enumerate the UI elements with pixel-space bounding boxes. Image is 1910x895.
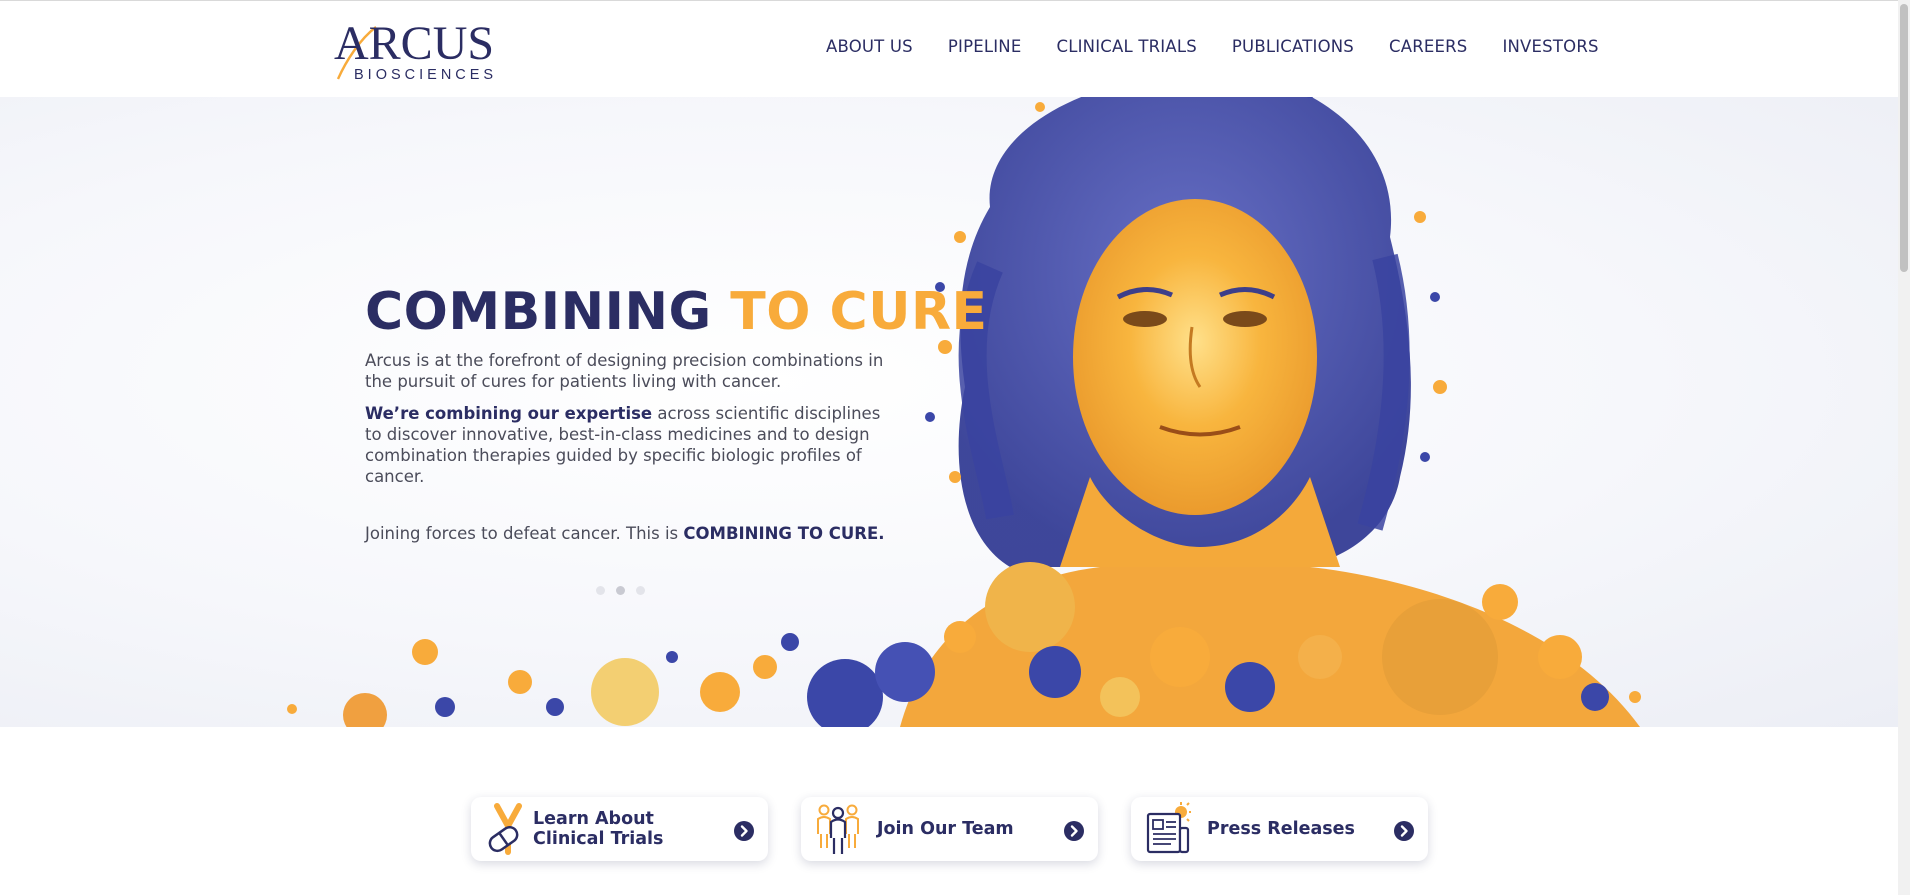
scrollbar-thumb[interactable] [1900,4,1908,272]
hero-banner: COMBINING TO CURE Arcus is at the forefr… [0,97,1898,727]
headline-to-cure: TO CURE [730,282,988,342]
chevron-right-icon [734,821,754,841]
hero-portrait-illustration [287,97,1641,727]
chevron-right-icon [1394,821,1414,841]
press-releases-icon [1146,802,1191,854]
card-join-our-team[interactable]: Join Our Team [801,797,1098,861]
chevron-right-icon [1064,821,1084,841]
hero-text-block: COMBINING TO CURE Arcus is at the forefr… [365,282,987,544]
card-press-releases-label: Press Releases [1207,819,1355,839]
hero-paragraph-2: We’re combining our expertise across sci… [365,403,885,487]
nav-careers[interactable]: CAREERS [1389,37,1467,56]
page-scrollbar[interactable] [1898,0,1910,895]
team-icon [817,804,859,854]
slider-dot-3[interactable] [636,586,645,595]
nav-investors[interactable]: INVESTORS [1502,37,1598,56]
svg-text:BIOSCIENCES: BIOSCIENCES [354,67,497,83]
slider-dot-2[interactable] [616,586,625,595]
expertise-emphasis: We’re combining our expertise [365,404,653,423]
card-join-our-team-label: Join Our Team [877,819,1014,839]
nav-about-us[interactable]: ABOUT US [826,37,913,56]
hero-paragraph-3-plain: Joining forces to defeat cancer. This is [365,524,684,543]
slider-dot-1[interactable] [596,586,605,595]
hero-paragraph-3: Joining forces to defeat cancer. This is… [365,523,885,544]
nav-clinical-trials[interactable]: CLINICAL TRIALS [1056,37,1196,56]
combining-to-cure-emphasis: COMBINING TO CURE. [683,524,885,543]
quick-link-cards: Learn About Clinical Trials Join Our Tea… [471,797,1428,861]
hero-paragraph-1: Arcus is at the forefront of designing p… [365,351,884,391]
card-clinical-trials-label: Learn About Clinical Trials [533,809,664,849]
slider-dots [596,586,645,595]
clinical-trials-icon [488,803,522,855]
nav-pipeline[interactable]: PIPELINE [948,37,1022,56]
hero-headline: COMBINING TO CURE [365,282,987,342]
svg-text:ARCUS: ARCUS [334,17,494,70]
site-header: ARCUS BIOSCIENCES ABOUT US PIPELINE CLIN… [0,0,1898,97]
arcus-logo[interactable]: ARCUS BIOSCIENCES [332,17,508,83]
main-nav: ABOUT US PIPELINE CLINICAL TRIALS PUBLIC… [826,37,1599,56]
page: ARCUS BIOSCIENCES ABOUT US PIPELINE CLIN… [0,0,1910,895]
card-press-releases[interactable]: Press Releases [1131,797,1428,861]
headline-combining: COMBINING [365,282,712,342]
card-clinical-trials[interactable]: Learn About Clinical Trials [471,797,768,861]
nav-publications[interactable]: PUBLICATIONS [1232,37,1354,56]
